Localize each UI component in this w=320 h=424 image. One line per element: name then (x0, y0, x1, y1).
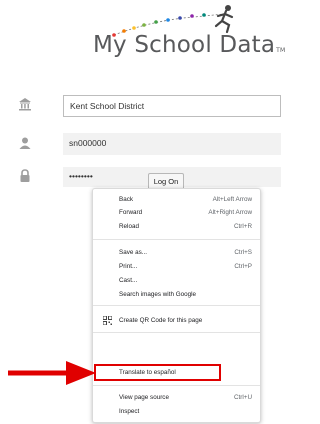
menu-item-print[interactable]: Print... Ctrl+P (119, 261, 254, 273)
user-icon (19, 137, 31, 149)
arrow-right-icon (8, 361, 96, 385)
menu-separator (93, 305, 260, 306)
qr-code-icon (103, 316, 112, 325)
menu-item-search-images[interactable]: Search images with Google (119, 289, 254, 301)
menu-item-create-qr-code[interactable]: Create QR Code for this page (119, 315, 254, 327)
menu-item-reload[interactable]: Reload Ctrl+R (119, 221, 254, 233)
menu-item-save-as[interactable]: Save as... Ctrl+S (119, 247, 254, 259)
lock-icon (20, 169, 30, 182)
menu-item-cast[interactable]: Cast... (119, 275, 254, 287)
menu-item-view-source[interactable]: View page source Ctrl+U (119, 392, 254, 404)
school-building-icon (19, 98, 31, 111)
menu-separator (93, 385, 260, 386)
app-title: My School DataTM (93, 32, 286, 58)
menu-separator (93, 239, 260, 240)
menu-separator (93, 332, 260, 333)
context-menu: Back Alt+Left Arrow Forward Alt+Right Arro… (92, 188, 261, 423)
username-field[interactable]: sn000000 (63, 133, 281, 155)
menu-item-forward[interactable]: Forward Alt+Right Arrow (119, 207, 254, 219)
district-field[interactable]: Kent School District (63, 95, 281, 117)
menu-item-inspect[interactable]: Inspect (119, 406, 254, 418)
translate-highlight-box (94, 364, 221, 381)
menu-item-back[interactable]: Back Alt+Left Arrow (119, 194, 254, 206)
